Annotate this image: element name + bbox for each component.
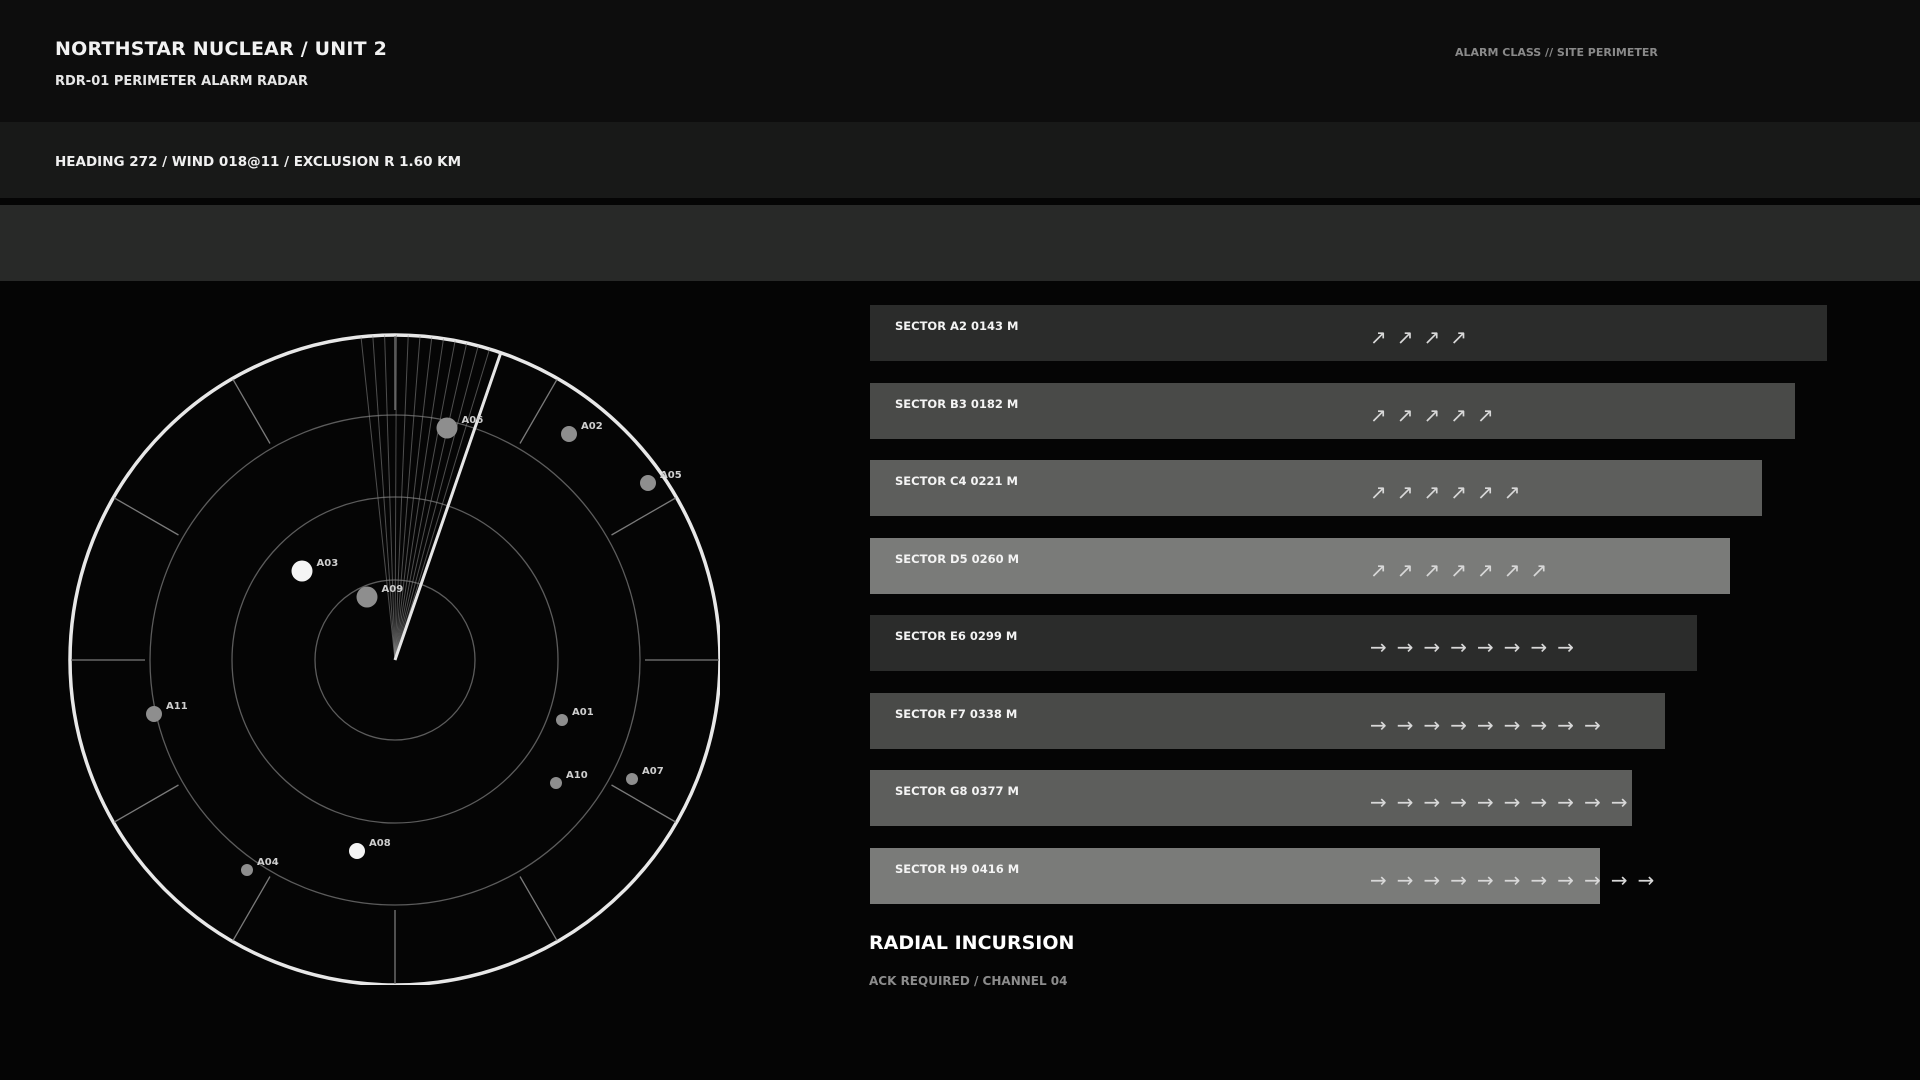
sector-bar[interactable]: SECTOR H9 0416 M →→→→→→→→→→→ <box>870 847 1654 904</box>
radar-contact[interactable] <box>146 706 162 722</box>
header: NORTHSTAR NUCLEAR / UNIT 2 RDR-01 PERIME… <box>0 0 1920 122</box>
sector-bar[interactable]: SECTOR B3 0182 M ↗↗↗↗↗ <box>870 382 1795 439</box>
radar-contact[interactable] <box>561 426 577 442</box>
sector-trend-arrows: ↗↗↗↗↗↗ <box>1370 480 1531 504</box>
radar-scope: A01 A02 A03 A04 A05 A06 A07 A08 A09 A10 A11 <box>68 333 720 985</box>
radar-contact[interactable] <box>291 560 313 582</box>
sector-trend-arrows: →→→→→→→→ <box>1370 635 1585 659</box>
alert-title: RADIAL INCURSION <box>869 932 1075 954</box>
radar-contact-label: A11 <box>166 701 188 712</box>
sector-bar[interactable]: SECTOR F7 0338 M →→→→→→→→→ <box>870 692 1665 749</box>
radar-contact-label: A09 <box>382 584 404 595</box>
radar-contact[interactable] <box>436 417 458 439</box>
sector-label: SECTOR E6 0299 M <box>895 629 1018 643</box>
radar-contact[interactable] <box>241 864 253 876</box>
sector-label: SECTOR D5 0260 M <box>895 551 1020 566</box>
sector-bar[interactable]: SECTOR E6 0299 M →→→→→→→→ <box>870 615 1698 671</box>
radar-contact-label: A02 <box>581 421 603 432</box>
radar-contact-label: A03 <box>317 558 339 569</box>
radar-tick <box>611 784 676 823</box>
sector-label: SECTOR A2 0143 M <box>895 319 1019 333</box>
sector-bar[interactable]: SECTOR G8 0377 M →→→→→→→→→→ <box>870 770 1633 826</box>
radar-contact[interactable] <box>349 843 365 859</box>
radar-contact[interactable] <box>626 773 638 785</box>
sector-label: SECTOR F7 0338 M <box>895 706 1018 721</box>
radar-tick <box>519 876 558 941</box>
status-readout: HEADING 272 / WIND 018@11 / EXCLUSION R … <box>55 154 462 170</box>
radar-contact-label: A01 <box>572 707 594 718</box>
radar-contact-label: A10 <box>566 770 588 781</box>
radar-tick <box>519 379 558 444</box>
sector-label: SECTOR H9 0416 M <box>895 861 1020 876</box>
radar-tick <box>232 379 271 444</box>
sector-label: SECTOR B3 0182 M <box>895 396 1019 411</box>
radar-tick <box>114 497 179 536</box>
radar-contact-label: A04 <box>257 857 279 868</box>
sector-trend-arrows: ↗↗↗↗↗↗↗ <box>1370 557 1558 582</box>
radar-contact-label: A06 <box>462 415 484 426</box>
page-subtitle: RDR-01 PERIMETER ALARM RADAR <box>55 74 308 89</box>
sector-bar[interactable]: SECTOR D5 0260 M ↗↗↗↗↗↗↗ <box>870 537 1730 594</box>
alert-subtitle: ACK REQUIRED / CHANNEL 04 <box>869 974 1068 988</box>
sector-trend-arrows: ↗↗↗↗ <box>1370 325 1478 349</box>
sector-trend-arrows: →→→→→→→→→→ <box>1370 790 1638 814</box>
radar-tick <box>232 876 271 941</box>
radar-contact-label: A07 <box>642 766 664 777</box>
radar-sweep-lead-line <box>393 352 503 661</box>
sector-trend-arrows: →→→→→→→→→ <box>1370 712 1611 737</box>
sector-trend-arrows: →→→→→→→→→→→ <box>1370 867 1665 892</box>
sector-label: SECTOR C4 0221 M <box>895 474 1018 488</box>
radar-contact-label: A05 <box>660 470 682 481</box>
radar-sweep-line <box>394 340 456 661</box>
sector-bar[interactable]: SECTOR A2 0143 M ↗↗↗↗ <box>870 305 1827 361</box>
radar-contact[interactable] <box>640 475 656 491</box>
radar-sweep-line <box>394 338 444 661</box>
radar-contact[interactable] <box>556 714 568 726</box>
sector-bar[interactable]: SECTOR C4 0221 M ↗↗↗↗↗↗ <box>870 460 1763 516</box>
radar-sweep-line <box>394 337 433 661</box>
radar-contact[interactable] <box>356 586 378 608</box>
radar-contact[interactable] <box>550 777 562 789</box>
sector-label: SECTOR G8 0377 M <box>895 784 1019 798</box>
radar-tick <box>611 497 676 536</box>
sector-trend-arrows: ↗↗↗↗↗ <box>1370 402 1504 427</box>
page-title: NORTHSTAR NUCLEAR / UNIT 2 <box>55 38 388 60</box>
alarm-class-label: ALARM CLASS // SITE PERIMETER <box>1455 46 1658 59</box>
radar-sweep-line <box>394 348 491 661</box>
radar-contact-label: A08 <box>369 838 391 849</box>
separator-band <box>0 205 1920 281</box>
radar-tick <box>114 784 179 823</box>
